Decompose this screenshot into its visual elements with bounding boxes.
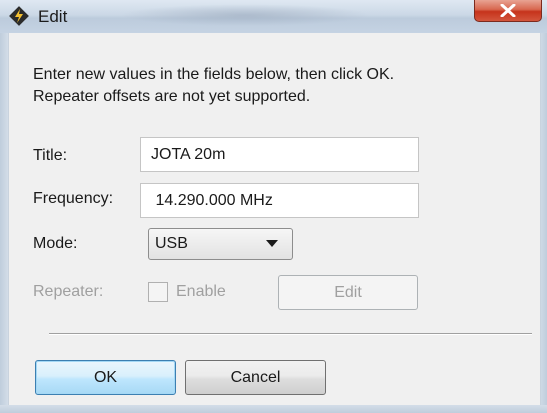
repeater-enable-checkbox[interactable] bbox=[148, 282, 168, 302]
frequency-label: Frequency: bbox=[33, 190, 114, 207]
window-frame-bottom bbox=[0, 405, 547, 413]
edit-dialog: Edit Enter new values in the fields belo… bbox=[0, 0, 547, 413]
separator-line bbox=[49, 333, 532, 335]
window-title: Edit bbox=[38, 7, 68, 26]
mode-selected-value: USB bbox=[155, 235, 188, 252]
instructions-line-2: Repeater offsets are not yet supported. bbox=[33, 88, 311, 105]
ok-button[interactable]: OK bbox=[35, 360, 176, 395]
mode-label: Mode: bbox=[33, 235, 78, 252]
close-button[interactable] bbox=[474, 0, 542, 22]
mode-dropdown[interactable]: USB bbox=[148, 228, 293, 260]
repeater-edit-button[interactable]: Edit bbox=[278, 275, 418, 310]
app-icon bbox=[9, 6, 29, 26]
cancel-button-label: Cancel bbox=[230, 368, 281, 386]
cancel-button[interactable]: Cancel bbox=[185, 360, 326, 395]
title-bar-blur bbox=[120, 4, 370, 26]
ok-button-label: OK bbox=[93, 368, 118, 386]
dropdown-arrow-icon bbox=[266, 240, 278, 247]
window-frame-left bbox=[0, 33, 8, 413]
close-x-icon bbox=[500, 4, 516, 17]
repeater-edit-label: Edit bbox=[334, 283, 362, 301]
title-label: Title: bbox=[33, 147, 68, 164]
title-bar[interactable]: Edit bbox=[0, 0, 547, 34]
frequency-input[interactable] bbox=[140, 183, 419, 218]
repeater-label: Repeater: bbox=[33, 283, 104, 300]
repeater-enable-label: Enable bbox=[176, 283, 226, 300]
instructions-text: Enter new values in the fields below, th… bbox=[33, 64, 394, 108]
instructions-line-1: Enter new values in the fields below, th… bbox=[33, 66, 395, 83]
title-input[interactable] bbox=[140, 137, 419, 172]
